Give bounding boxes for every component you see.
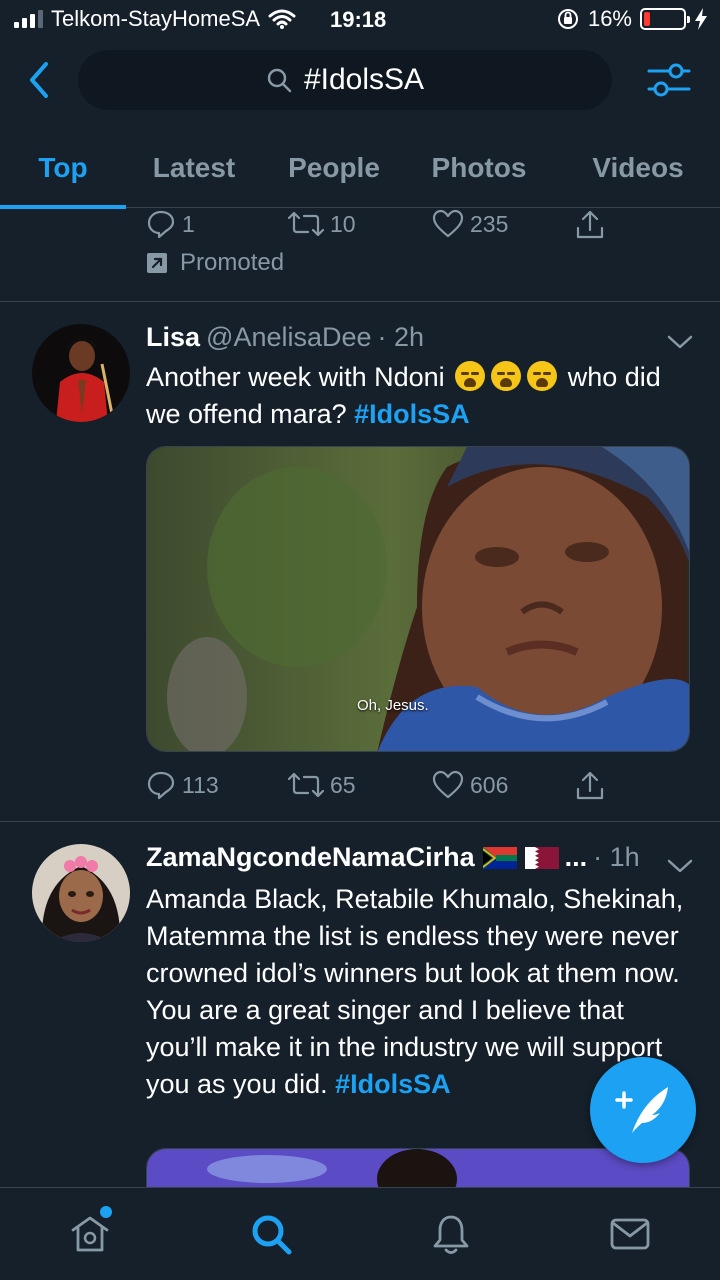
- tweet-header: Lisa @AnelisaDee · 2h: [146, 322, 424, 353]
- search-icon: [267, 68, 292, 93]
- chevron-left-icon: [30, 62, 48, 98]
- retweet-icon: [288, 772, 324, 798]
- share-icon: [576, 771, 604, 800]
- battery-percent: 16%: [587, 6, 632, 31]
- nav-search[interactable]: [249, 1212, 293, 1256]
- nav-notifications[interactable]: [429, 1212, 473, 1256]
- like-count: 235: [470, 210, 509, 237]
- search-tabs: Top Latest People Photos Videos: [0, 130, 720, 209]
- reply-count: 1: [182, 210, 195, 237]
- wifi-icon: [268, 9, 296, 29]
- nav-messages[interactable]: [608, 1212, 652, 1256]
- like-count: 606: [470, 771, 509, 798]
- tweet-lisa[interactable]: Lisa @AnelisaDee · 2h Another week with …: [0, 302, 720, 821]
- reply-button[interactable]: 1: [146, 209, 195, 239]
- tab-people[interactable]: People: [270, 130, 398, 206]
- tweet-media-image[interactable]: Oh, Jesus.: [146, 446, 690, 752]
- reply-count: 113: [182, 771, 219, 798]
- share-icon: [576, 210, 604, 239]
- search-icon: [252, 1215, 292, 1255]
- like-button[interactable]: 606: [432, 770, 508, 800]
- heart-icon: [432, 209, 464, 238]
- retweet-button[interactable]: 10: [288, 209, 356, 239]
- search-query: #IdolsSA: [303, 63, 425, 96]
- tab-latest[interactable]: Latest: [130, 130, 258, 206]
- south-africa-flag-icon: [482, 846, 517, 869]
- status-left: Telkom-StayHomeSA: [14, 6, 296, 32]
- compose-tweet-icon: [615, 1087, 668, 1133]
- tweet-actions: 113 65 606: [146, 770, 666, 810]
- nav-home[interactable]: [68, 1206, 112, 1256]
- author-name[interactable]: Lisa: [146, 322, 200, 353]
- compose-tweet-button[interactable]: [590, 1057, 696, 1163]
- search-results-feed[interactable]: 1 10 235 Promoted Lisa @AnelisaDee · 2h …: [0, 209, 720, 1187]
- search-header: #IdolsSA: [0, 44, 720, 120]
- author-name[interactable]: ZamaNgcondeNamaCirha: [146, 842, 475, 873]
- tweet-header: ZamaNgcondeNamaCirha ... · 1h: [146, 842, 640, 873]
- retweet-count: 65: [330, 771, 356, 798]
- search-filter-button[interactable]: [646, 58, 692, 102]
- tab-photos[interactable]: Photos: [412, 130, 546, 206]
- promoted-text: Promoted: [180, 249, 285, 276]
- mail-icon: [610, 1218, 650, 1250]
- charging-icon: [695, 8, 707, 30]
- crying-face-icon: [455, 361, 486, 391]
- hashtag-link[interactable]: #IdolsSA: [335, 1069, 451, 1099]
- media-caption: Oh, Jesus.: [357, 697, 429, 714]
- heart-icon: [432, 770, 464, 799]
- hashtag-link[interactable]: #IdolsSA: [354, 399, 470, 429]
- back-button[interactable]: [20, 58, 60, 102]
- promoted-tweet-actions: 1 10 235: [146, 209, 666, 249]
- clock: 19:18: [330, 7, 387, 32]
- tweet-text: Another week with Ndoni who did we offen…: [146, 359, 686, 433]
- bell-icon: [433, 1215, 469, 1254]
- share-button[interactable]: [574, 209, 606, 241]
- avatar-image: [32, 844, 130, 942]
- home-icon: [71, 1216, 109, 1252]
- avatar-image: [32, 324, 130, 422]
- retweet-icon: [288, 211, 324, 237]
- tab-top[interactable]: Top: [0, 130, 126, 206]
- qatar-flag-icon: [524, 846, 559, 869]
- reply-icon: [147, 210, 175, 239]
- carrier-name: Telkom-StayHomeSA: [51, 6, 261, 31]
- chevron-down-icon[interactable]: [666, 856, 694, 876]
- retweet-count: 10: [330, 210, 356, 237]
- tweet-timestamp: · 2h: [377, 322, 425, 352]
- promoted-label: Promoted: [146, 249, 284, 277]
- sliders-icon: [647, 63, 691, 97]
- retweet-button[interactable]: 65: [288, 770, 356, 800]
- author-handle[interactable]: @AnelisaDee: [206, 322, 372, 353]
- status-right: 16%: [556, 6, 708, 32]
- bottom-tab-bar: [0, 1187, 720, 1280]
- orientation-lock-icon: [557, 9, 578, 29]
- search-input[interactable]: #IdolsSA: [78, 50, 612, 110]
- author-name-truncation: ...: [564, 842, 588, 872]
- status-bar: Telkom-StayHomeSA 19:18 16%: [0, 0, 720, 40]
- crying-face-icon: [527, 361, 558, 391]
- signal-icon: [14, 10, 43, 28]
- crying-face-icon: [491, 361, 522, 391]
- reply-icon: [147, 771, 175, 800]
- share-button[interactable]: [574, 770, 606, 802]
- tweet-text-part: Another week with Ndoni: [146, 362, 445, 392]
- battery-icon: [640, 8, 690, 30]
- like-button[interactable]: 235: [432, 209, 508, 239]
- chevron-down-icon[interactable]: [666, 332, 694, 352]
- avatar[interactable]: [32, 844, 130, 942]
- promoted-icon: [147, 253, 167, 273]
- tab-videos[interactable]: Videos: [570, 130, 706, 206]
- avatar[interactable]: [32, 324, 130, 422]
- reply-button[interactable]: 113: [146, 770, 219, 800]
- tweet-timestamp: · 1h: [593, 842, 640, 872]
- notification-dot: [100, 1206, 112, 1218]
